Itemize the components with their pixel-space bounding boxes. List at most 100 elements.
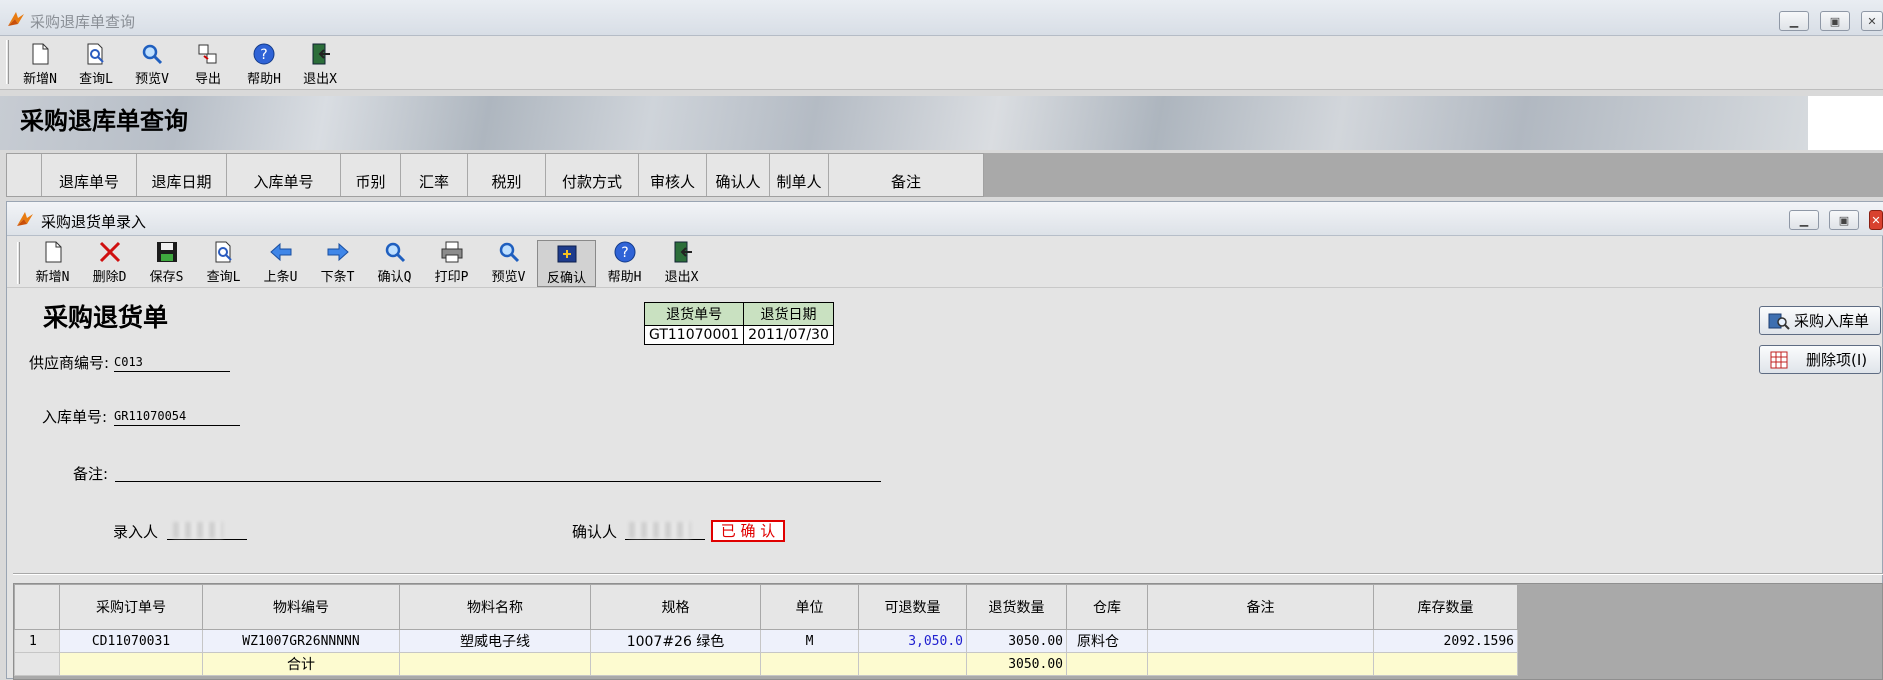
grid-header-unit[interactable]: 单位	[760, 584, 859, 630]
toolbar-grip	[6, 40, 9, 84]
preview-button[interactable]: 预览V	[480, 240, 537, 287]
outer-header-creator[interactable]: 制单人	[770, 154, 829, 196]
close-button[interactable]: ✕	[1861, 11, 1883, 31]
cell-material-code[interactable]: WZ1007GR26NNNNN	[202, 629, 400, 653]
preview-icon	[499, 242, 519, 263]
grid-header-remark[interactable]: 备注	[1147, 584, 1374, 630]
cell-warehouse[interactable]: 原料仓	[1066, 629, 1148, 653]
entered-by-field[interactable]	[167, 520, 247, 540]
outer-preview-button[interactable]: 预览V	[124, 42, 180, 87]
total-cell-spec	[590, 652, 761, 676]
save-label: 保存S	[149, 270, 184, 285]
cell-order-no[interactable]: CD11070031	[59, 629, 203, 653]
confirmed-by-label: 确认人	[572, 523, 618, 541]
next-button[interactable]: 下条T	[309, 240, 366, 287]
outer-header-reviewer[interactable]: 审核人	[639, 154, 707, 196]
prev-label: 上条U	[263, 270, 298, 285]
grid-header-material-code[interactable]: 物料编号	[202, 584, 400, 630]
svg-text:?: ?	[621, 245, 628, 261]
detail-grid: 采购订单号 物料编号 物料名称 规格 单位 可退数量 退货数量 仓库 备注 库存…	[14, 584, 1518, 676]
new-doc-icon	[45, 241, 61, 263]
outer-exit-label: 退出X	[303, 72, 337, 87]
minimize-button[interactable]: ▁	[1779, 11, 1809, 31]
exit-button[interactable]: 退出X	[653, 240, 710, 287]
grid-header-spec[interactable]: 规格	[590, 584, 761, 630]
preview-icon	[142, 44, 163, 65]
outer-banner: 采购退库单查询	[0, 96, 1808, 150]
outer-export-button[interactable]: 导出	[180, 42, 236, 87]
grid-header-stock-qty[interactable]: 库存数量	[1373, 584, 1518, 630]
purchase-receipt-button[interactable]: 采购入库单	[1759, 306, 1881, 335]
delete-button[interactable]: 删除D	[81, 240, 138, 287]
outer-header-return-no[interactable]: 退库单号	[42, 154, 137, 196]
cell-unit[interactable]: M	[760, 629, 859, 653]
query-button[interactable]: 查询L	[195, 240, 252, 287]
outer-header-remark[interactable]: 备注	[829, 154, 983, 196]
restore-button[interactable]: ▣	[1820, 11, 1850, 31]
outer-new-button[interactable]: 新增N	[12, 42, 68, 87]
total-row-header	[14, 652, 60, 676]
banner-blank	[1808, 96, 1883, 150]
outer-help-label: 帮助H	[247, 72, 281, 87]
confirm-button[interactable]: 确认Q	[366, 240, 423, 287]
grid-icon	[1770, 351, 1788, 368]
cell-spec[interactable]: 1007#26 绿色	[590, 629, 761, 653]
outer-help-button[interactable]: ? 帮助H	[236, 42, 292, 87]
dialog-restore-button[interactable]: ▣	[1829, 210, 1859, 230]
outer-header-tax[interactable]: 税别	[468, 154, 546, 196]
confirm-label: 确认Q	[377, 270, 412, 285]
cell-material-name[interactable]: 塑威电子线	[399, 629, 591, 653]
delete-label: 删除D	[92, 270, 127, 285]
outer-header-currency[interactable]: 币别	[341, 154, 401, 196]
cell-returnable-qty[interactable]: 3,050.0	[858, 629, 967, 653]
remark-field[interactable]	[115, 464, 881, 482]
grid-header-returnable-qty[interactable]: 可退数量	[858, 584, 967, 630]
cell-return-qty[interactable]: 3050.00	[966, 629, 1067, 653]
grid-header-material-name[interactable]: 物料名称	[399, 584, 591, 630]
form-divider	[13, 573, 1883, 575]
delete-item-button[interactable]: 删除项(I)	[1759, 345, 1881, 374]
total-cell-stock	[1373, 652, 1518, 676]
save-button[interactable]: 保存S	[138, 240, 195, 287]
supplier-field[interactable]: C013	[114, 355, 230, 372]
outer-header-receipt-no[interactable]: 入库单号	[227, 154, 341, 196]
cell-stock-qty[interactable]: 2092.1596	[1373, 629, 1518, 653]
dialog-close-button[interactable]: ✕	[1869, 210, 1883, 230]
grid-header-warehouse[interactable]: 仓库	[1066, 584, 1148, 630]
query-icon	[215, 241, 232, 263]
remark-label: 备注:	[73, 465, 109, 483]
outer-header-return-date[interactable]: 退库日期	[137, 154, 227, 196]
prev-button[interactable]: 上条U	[252, 240, 309, 287]
confirmed-by-field[interactable]	[625, 520, 705, 540]
outer-header-payment[interactable]: 付款方式	[546, 154, 639, 196]
new-button[interactable]: 新增N	[24, 240, 81, 287]
row-number: 1	[14, 629, 60, 653]
grid-header-order-no[interactable]: 采购订单号	[59, 584, 203, 630]
outer-window-title: 采购退库单查询	[30, 13, 136, 31]
table-row[interactable]: 1 CD11070031 WZ1007GR26NNNNN 塑威电子线 1007#…	[14, 629, 1518, 653]
export-icon	[198, 44, 217, 64]
outer-query-button[interactable]: 查询L	[68, 42, 124, 87]
print-button[interactable]: 打印P	[423, 240, 480, 287]
outer-titlebar: 采购退库单查询 ▁ ▣ ✕	[0, 0, 1883, 36]
return-no-header: 退货单号	[643, 302, 745, 326]
return-info-table: 退货单号 退货日期 GT11070001 2011/07/30	[643, 302, 834, 345]
app-logo-icon	[17, 212, 33, 226]
outer-query-label: 查询L	[79, 72, 113, 87]
dialog-minimize-button[interactable]: ▁	[1789, 210, 1819, 230]
grid-header-return-qty[interactable]: 退货数量	[966, 584, 1067, 630]
outer-header-rate[interactable]: 汇率	[401, 154, 468, 196]
help-button[interactable]: ? 帮助H	[596, 240, 653, 287]
exit-icon	[312, 43, 330, 65]
return-date-value[interactable]: 2011/07/30	[743, 325, 834, 345]
unconfirm-button[interactable]: 反确认	[537, 240, 596, 287]
cell-remark[interactable]	[1147, 629, 1374, 653]
outer-header-rownum	[7, 154, 42, 196]
receipt-field[interactable]: GR11070054	[114, 409, 240, 426]
delete-icon	[99, 241, 120, 263]
total-cell-remark	[1147, 652, 1374, 676]
dialog-title: 采购退货单录入	[41, 213, 147, 231]
return-no-value[interactable]: GT11070001	[643, 325, 745, 345]
outer-header-confirmer[interactable]: 确认人	[707, 154, 770, 196]
outer-exit-button[interactable]: 退出X	[292, 42, 348, 87]
